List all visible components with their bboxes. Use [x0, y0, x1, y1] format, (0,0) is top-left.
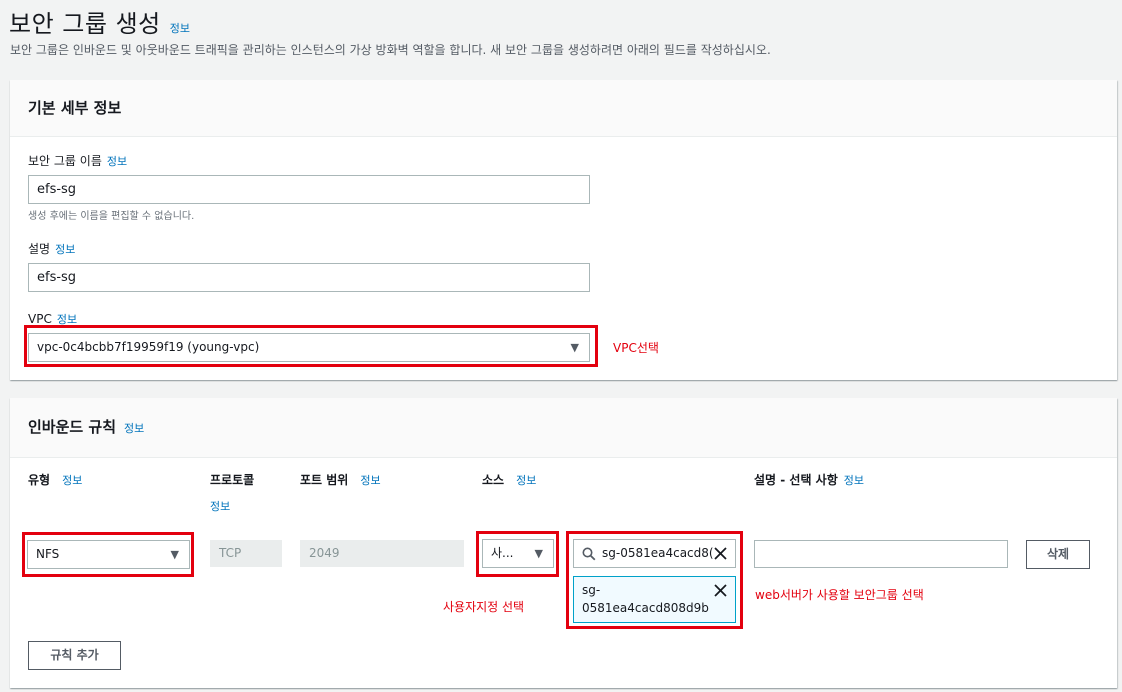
source-highlight-box	[476, 531, 559, 577]
col-desc: 설명 - 선택 사항 정보	[754, 471, 864, 488]
col-type-label: 유형	[28, 473, 51, 487]
sg-annotation: web서버가 사용할 보안그룹 선택	[755, 588, 924, 602]
col-type: 유형 정보	[28, 471, 82, 488]
description-label-row: 설명 정보	[28, 240, 75, 257]
rule-description-input[interactable]	[754, 540, 1008, 568]
page-info-link[interactable]: 정보	[170, 20, 190, 36]
page-description: 보안 그룹은 인바운드 및 아웃바운드 트래픽을 관리하는 인스턴스의 가상 방…	[10, 43, 771, 57]
inbound-rules-header: 인바운드 규칙 정보	[10, 398, 1117, 458]
col-source-label: 소스	[482, 473, 505, 487]
inbound-rules-title-row: 인바운드 규칙 정보	[28, 416, 144, 437]
inbound-info-link[interactable]: 정보	[124, 420, 144, 436]
col-desc-info-link[interactable]: 정보	[844, 472, 864, 488]
col-port-label: 포트 범위	[300, 473, 349, 487]
sg-highlight-box	[566, 531, 743, 629]
basic-details-header: 기본 세부 정보	[10, 80, 1117, 137]
col-protocol: 프로토콜 정보	[210, 471, 254, 514]
page-title-area: 보안 그룹 생성 정보	[9, 4, 190, 39]
type-highlight-box	[22, 532, 194, 577]
page-title: 보안 그룹 생성	[9, 10, 161, 38]
sg-name-label: 보안 그룹 이름	[28, 154, 102, 168]
inbound-rules-title: 인바운드 규칙	[28, 418, 117, 436]
col-protocol-label: 프로토콜	[210, 473, 255, 487]
sg-name-hint: 생성 후에는 이름을 편집할 수 없습니다.	[28, 211, 195, 222]
basic-details-title: 기본 세부 정보	[28, 99, 122, 117]
rule-protocol-field: TCP	[210, 540, 282, 567]
col-port: 포트 범위 정보	[300, 471, 381, 488]
inbound-rules-panel: 인바운드 규칙 정보 유형 정보 프로토콜 정보 포트 범위 정보 소스 정보 …	[10, 398, 1117, 688]
col-protocol-info-link[interactable]: 정보	[210, 498, 254, 514]
vpc-annotation: VPC선택	[613, 341, 659, 355]
vpc-label: VPC	[28, 312, 52, 326]
description-info-link[interactable]: 정보	[55, 241, 75, 257]
col-source: 소스 정보	[482, 471, 536, 488]
sg-name-input[interactable]: efs-sg	[28, 175, 590, 204]
col-type-info-link[interactable]: 정보	[62, 472, 82, 488]
vpc-highlight-box	[24, 325, 598, 367]
source-annotation: 사용자지정 선택	[443, 600, 525, 614]
description-input[interactable]: efs-sg	[28, 263, 590, 292]
delete-rule-button[interactable]: 삭제	[1026, 540, 1090, 569]
col-port-info-link[interactable]: 정보	[360, 472, 380, 488]
col-source-info-link[interactable]: 정보	[516, 472, 536, 488]
sg-name-info-link[interactable]: 정보	[107, 153, 127, 169]
add-rule-button[interactable]: 규칙 추가	[28, 641, 121, 670]
sg-name-label-row: 보안 그룹 이름 정보	[28, 152, 127, 169]
rule-port-field: 2049	[300, 540, 464, 567]
description-label: 설명	[28, 242, 51, 256]
basic-details-panel: 기본 세부 정보 보안 그룹 이름 정보 efs-sg 생성 후에는 이름을 편…	[10, 80, 1117, 380]
col-desc-label: 설명 - 선택 사항	[754, 473, 838, 487]
